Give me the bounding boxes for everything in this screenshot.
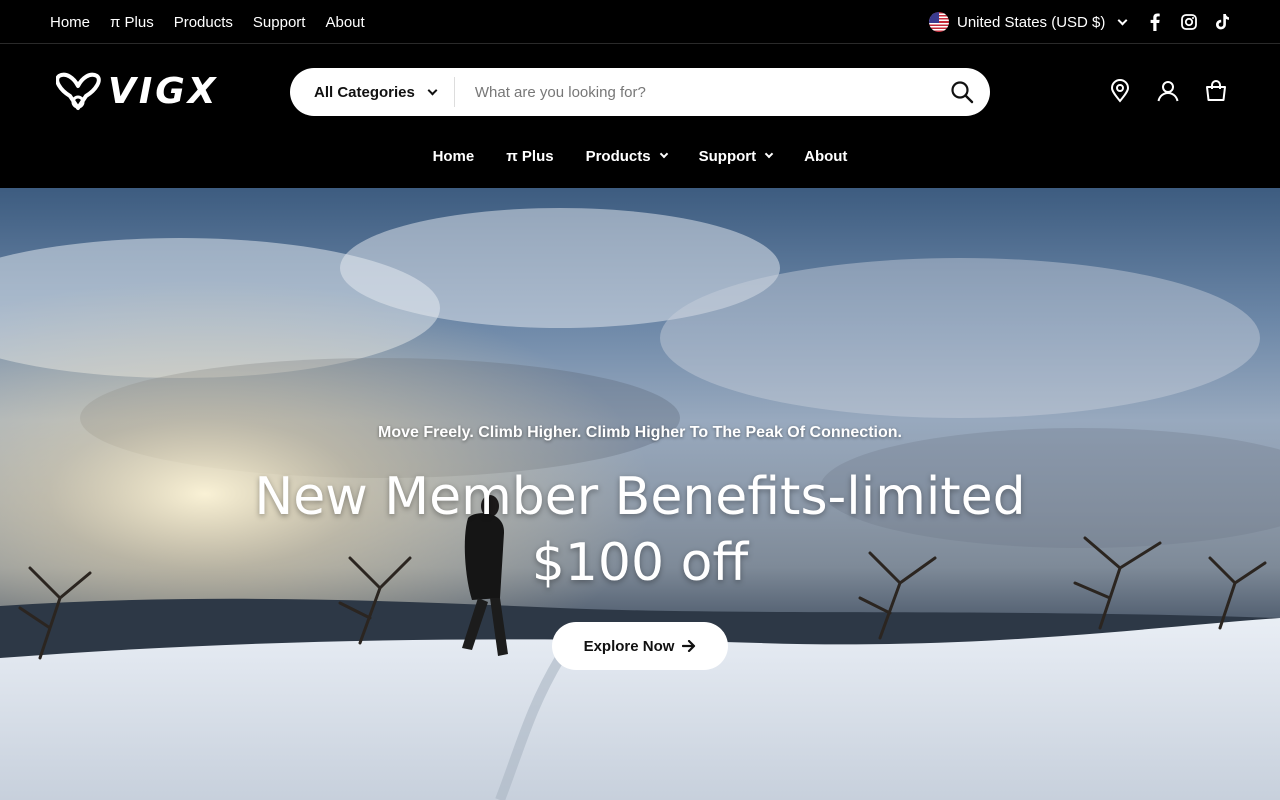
- hero-headline-line1: New Member Benefits-limited: [254, 467, 1026, 527]
- chevron-down-icon: [427, 85, 438, 95]
- top-nav-products[interactable]: Products: [174, 14, 233, 31]
- search-bar: All Categories: [290, 68, 990, 116]
- logo[interactable]: VIGX: [56, 72, 219, 112]
- top-nav-pi-plus[interactable]: π Plus: [110, 14, 154, 31]
- nav-home[interactable]: Home: [433, 148, 475, 165]
- arrow-right-icon: [682, 640, 696, 652]
- chevron-down-icon: [764, 149, 774, 159]
- nav-support[interactable]: Support: [698, 147, 774, 165]
- hero-headline-line2: $100 off: [531, 533, 749, 593]
- top-nav-about[interactable]: About: [325, 14, 364, 31]
- nav-support-label: Support: [698, 147, 757, 165]
- search-input[interactable]: [454, 69, 934, 115]
- nav-home-label: Home: [432, 147, 475, 165]
- explore-now-button[interactable]: Explore Now: [551, 622, 729, 670]
- us-flag-icon: [929, 12, 949, 32]
- nav-products-label: Products: [585, 147, 651, 165]
- nav-products[interactable]: Products: [585, 147, 668, 165]
- hero-banner: Move Freely. Climb Higher. Climb Higher …: [0, 188, 1280, 800]
- account-icon[interactable]: [1156, 78, 1180, 104]
- main-header: VIGX All Categories Home π Plus Products…: [0, 44, 1280, 188]
- top-nav: Home π Plus Products Support About: [50, 0, 365, 44]
- category-label: All Categories: [314, 83, 415, 101]
- explore-now-label: Explore Now: [583, 637, 675, 655]
- header-actions: [1108, 78, 1228, 104]
- facebook-icon[interactable]: [1146, 12, 1164, 32]
- logo-wordmark: VIGX: [108, 71, 219, 112]
- chevron-down-icon: [659, 149, 668, 159]
- hero-headline: New Member Benefits-limited $100 off: [0, 464, 1280, 596]
- nav-pi-plus[interactable]: π Plus: [506, 148, 553, 165]
- top-utility-bar: Home π Plus Products Support About Unite…: [0, 0, 1280, 44]
- top-nav-support[interactable]: Support: [253, 14, 306, 31]
- nav-about-label: About: [804, 147, 848, 165]
- chevron-down-icon: [1117, 15, 1128, 25]
- locale-selector[interactable]: United States (USD $): [929, 11, 1128, 33]
- category-dropdown[interactable]: All Categories: [290, 68, 454, 116]
- search-icon: [951, 81, 974, 104]
- search-button[interactable]: [934, 68, 990, 116]
- tiktok-icon[interactable]: [1214, 12, 1232, 32]
- nav-pi-plus-label: π Plus: [506, 147, 554, 165]
- top-nav-home[interactable]: Home: [50, 14, 90, 31]
- instagram-icon[interactable]: [1180, 12, 1198, 32]
- hero-content: Move Freely. Climb Higher. Climb Higher …: [0, 424, 1280, 670]
- nav-about[interactable]: About: [804, 148, 847, 165]
- store-locator-icon[interactable]: [1108, 78, 1132, 104]
- hero-tagline: Move Freely. Climb Higher. Climb Higher …: [378, 424, 902, 441]
- logo-mark-icon: [56, 72, 101, 110]
- locale-label: United States (USD $): [957, 13, 1106, 31]
- cart-icon[interactable]: [1204, 78, 1228, 104]
- social-links: [1146, 12, 1232, 32]
- main-nav: Home π Plus Products Support About: [0, 140, 1280, 172]
